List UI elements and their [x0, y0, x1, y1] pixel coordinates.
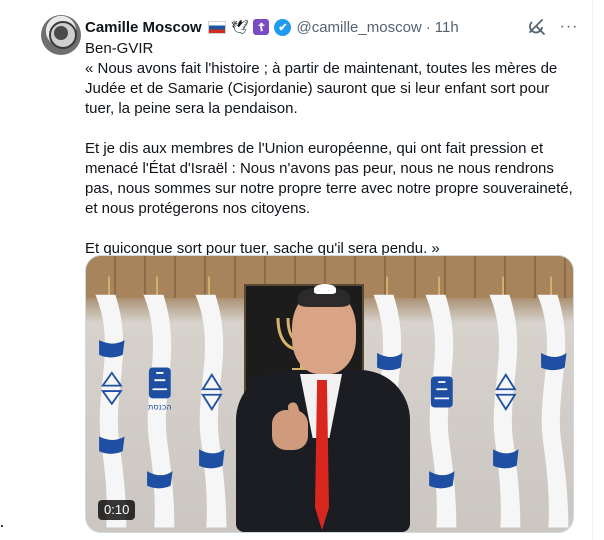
tweet-text-line-3: Et je dis aux membres de l'Union europée…: [85, 140, 573, 217]
israel-flag-right-4: [537, 276, 569, 528]
speaker-kippah: [314, 284, 336, 294]
russia-flag-emoji: [207, 20, 226, 34]
tweet-card[interactable]: Camille Moscow 🕊 ☦ ✔ @camille_moscow · 1…: [24, 0, 592, 540]
author-handle[interactable]: @camille_moscow: [296, 19, 421, 36]
israel-flag-left-1: [95, 276, 127, 528]
dove-emoji: 🕊: [230, 19, 249, 35]
grok-icon[interactable]: [527, 17, 547, 37]
header-separator: ·: [425, 18, 431, 36]
page-dot: [1, 525, 3, 527]
israel-flag-right-3: [489, 276, 521, 528]
tweet-timestamp[interactable]: 11h: [435, 19, 459, 36]
verified-icon: ✔: [274, 18, 292, 36]
avatar[interactable]: [41, 15, 81, 55]
flag-emblem-text: הכנסת: [148, 401, 172, 411]
tweet-text: Ben-GVIR « Nous avons fait l'histoire ; …: [85, 39, 580, 259]
israel-flag-left-3: [195, 276, 227, 528]
more-icon[interactable]: ···: [558, 16, 580, 38]
orthodox-cross-emoji: ☦: [253, 19, 270, 35]
speaker-tie: [315, 380, 329, 530]
tweet-text-line-1: Ben-GVIR: [85, 40, 154, 57]
page-left-margin: [0, 0, 24, 540]
israel-flag-right-2: [425, 276, 457, 528]
tweet-text-line-2: « Nous avons fait l'histoire ; à partir …: [85, 60, 558, 117]
avatar-face: [54, 26, 68, 40]
tweet-video[interactable]: הכנסת 0:10: [85, 255, 574, 533]
israel-flag-left-2: הכנסת: [143, 276, 175, 528]
video-duration-badge: 0:10: [98, 500, 136, 520]
author-name[interactable]: Camille Moscow: [85, 19, 202, 36]
tweet-header: Camille Moscow 🕊 ☦ ✔ @camille_moscow · 1…: [85, 16, 459, 38]
timeline-right-border: [592, 0, 593, 540]
